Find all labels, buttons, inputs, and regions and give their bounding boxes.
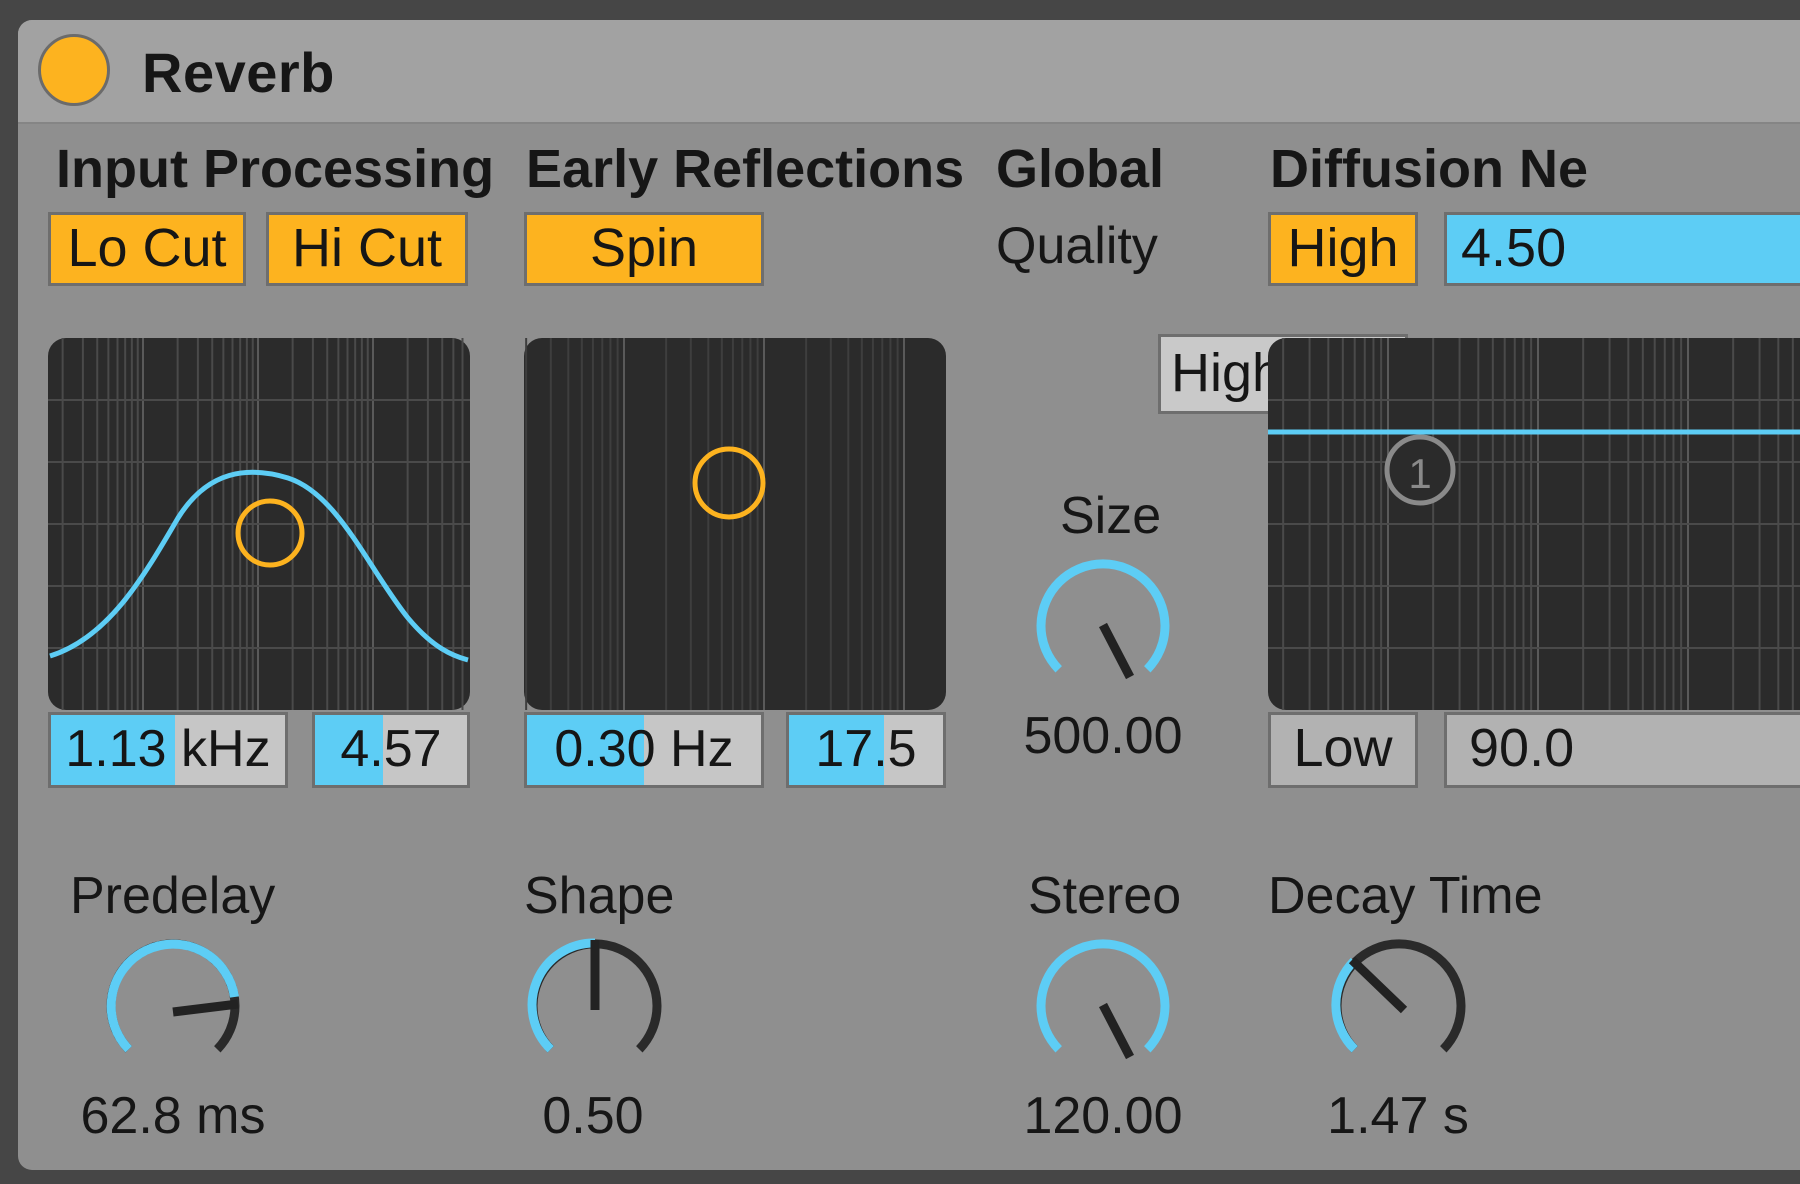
predelay-knob[interactable]: [98, 930, 248, 1085]
size-knob[interactable]: [1028, 550, 1178, 705]
width-value: 4.57: [340, 720, 442, 778]
reverb-device: Reverb Input Processing Early Reflection…: [18, 20, 1800, 1170]
frequency-value: 1.13: [65, 720, 167, 778]
stereo-knob-pointer: [1099, 1002, 1134, 1060]
predelay-knob-pointer: [172, 999, 239, 1017]
decay-time-knob-pointer: [1348, 956, 1408, 1014]
lo-cut-button[interactable]: Lo Cut: [48, 212, 246, 286]
decay-time-value: 1.47 s: [1327, 1087, 1469, 1145]
global-heading: Global: [996, 139, 1165, 199]
stereo-value: 120.00: [1023, 1087, 1183, 1145]
decay-time-label: Decay Time: [1268, 867, 1543, 925]
diffusion-node-label: 1: [1408, 450, 1431, 497]
device-title: Reverb: [142, 41, 335, 104]
quality-label: Quality: [996, 217, 1158, 275]
diffusion-high-button[interactable]: High: [1268, 212, 1418, 286]
width-field[interactable]: 4.57: [312, 712, 470, 788]
size-label: Size: [1060, 487, 1162, 545]
shape-value: 0.50: [542, 1087, 644, 1145]
device-title-bar[interactable]: Reverb: [18, 20, 1800, 124]
hi-cut-button[interactable]: Hi Cut: [266, 212, 468, 286]
spin-button[interactable]: Spin: [524, 212, 764, 286]
frequency-unit: kHz: [181, 720, 271, 778]
quality-value: High: [1171, 343, 1283, 403]
spin-rate-value: 0.30: [554, 720, 656, 778]
input-processing-heading: Input Processing: [56, 139, 495, 199]
size-knob-pointer: [1099, 622, 1134, 680]
diffusion-graph: 1: [1268, 338, 1800, 710]
spin-amount-value: 17.5: [815, 720, 917, 778]
frequency-field[interactable]: 1.13 kHz: [48, 712, 288, 788]
early-reflections-display[interactable]: [524, 338, 946, 710]
spin-rate-field[interactable]: 0.30 Hz: [524, 712, 764, 788]
shape-knob[interactable]: [520, 930, 670, 1085]
stereo-knob[interactable]: [1028, 930, 1178, 1085]
input-filter-display[interactable]: [48, 338, 470, 710]
stereo-label: Stereo: [1028, 867, 1182, 925]
diffusion-display[interactable]: 1: [1268, 338, 1800, 710]
decay-time-knob[interactable]: [1324, 930, 1474, 1085]
input-filter-graph: [48, 338, 470, 710]
diffusion-low-button[interactable]: Low: [1268, 712, 1418, 788]
shape-label: Shape: [524, 867, 675, 925]
diffusion-low-value[interactable]: 90.0: [1444, 712, 1800, 788]
size-value: 500.00: [1023, 707, 1183, 765]
spin-rate-unit: Hz: [670, 720, 734, 778]
diffusion-high-value[interactable]: 4.50: [1444, 212, 1800, 286]
diffusion-network-heading: Diffusion Ne: [1270, 139, 1588, 199]
spin-amount-field[interactable]: 17.5: [786, 712, 946, 788]
device-power-button[interactable]: [38, 34, 110, 106]
early-reflections-heading: Early Reflections: [526, 139, 965, 199]
predelay-value: 62.8 ms: [80, 1087, 266, 1145]
predelay-label: Predelay: [70, 867, 276, 925]
early-reflections-graph: [524, 338, 946, 710]
